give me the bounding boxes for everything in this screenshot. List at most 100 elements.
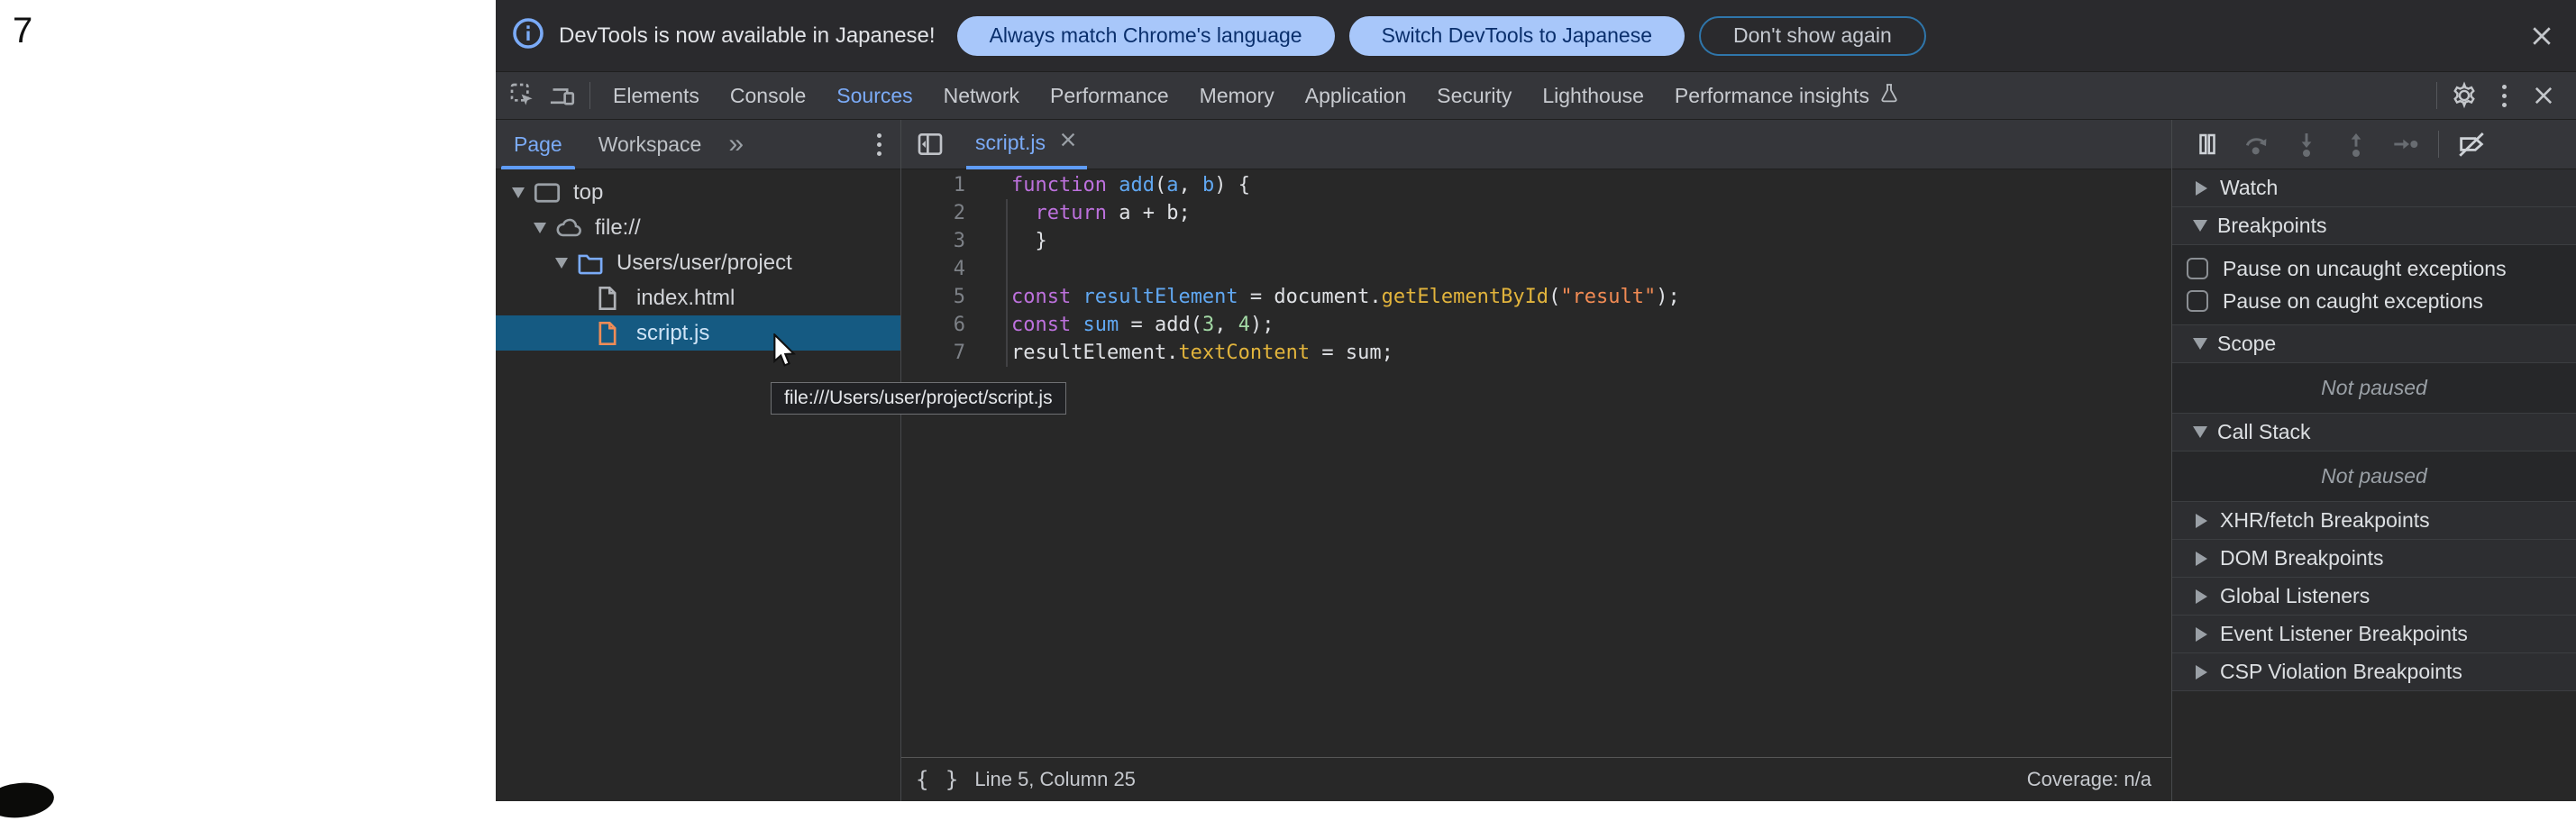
- tree-item-file[interactable]: file://: [496, 210, 900, 245]
- navigator-tabs: PageWorkspace: [496, 120, 719, 169]
- tab-security[interactable]: Security: [1421, 72, 1527, 120]
- deactivate-breakpoints-icon[interactable]: [2454, 127, 2489, 161]
- language-infobar: DevTools is now available in Japanese! A…: [496, 0, 2576, 72]
- section-header-xhr-fetch-breakpoints[interactable]: XHR/fetch Breakpoints: [2172, 502, 2576, 540]
- switch-devtools-to-japanese-button[interactable]: Switch DevTools to Japanese: [1349, 16, 1685, 56]
- always-match-chrome-s-language-button[interactable]: Always match Chrome's language: [957, 16, 1335, 56]
- chevron-down-icon: [2193, 220, 2207, 232]
- code-editor[interactable]: 1function add(a, b) {2 return a + b;3 }4…: [901, 169, 2171, 757]
- tab-network[interactable]: Network: [928, 72, 1035, 120]
- settings-gear-icon[interactable]: [2444, 76, 2484, 115]
- section-title: DOM Breakpoints: [2220, 546, 2384, 570]
- section-header-dom-breakpoints[interactable]: DOM Breakpoints: [2172, 540, 2576, 578]
- tree-item-label: script.js: [636, 321, 709, 346]
- divider: [589, 82, 590, 109]
- tree-item-users-user-project[interactable]: Users/user/project: [496, 245, 900, 280]
- debugger-sections: Watch Breakpoints Pause on uncaught except…: [2172, 169, 2576, 691]
- more-tabs-chevron-icon[interactable]: »: [719, 129, 751, 160]
- inspect-element-icon[interactable]: [503, 76, 543, 115]
- code-line: 2 return a + b;: [901, 199, 2171, 227]
- checkbox-label: Pause on caught exceptions: [2223, 289, 2483, 314]
- checkbox[interactable]: [2187, 258, 2208, 279]
- tab-memory[interactable]: Memory: [1184, 72, 1290, 120]
- section-title: Call Stack: [2217, 420, 2311, 444]
- checkbox[interactable]: [2187, 290, 2208, 312]
- chevron-right-icon: [2196, 181, 2207, 196]
- step-icon[interactable]: [2389, 127, 2423, 161]
- tab-close-icon[interactable]: [1058, 130, 1078, 155]
- tab-performance-insights[interactable]: Performance insights: [1659, 72, 1915, 120]
- tab-label: Memory: [1200, 84, 1274, 108]
- step-out-icon[interactable]: [2339, 127, 2373, 161]
- code-line: 7resultElement.textContent = sum;: [901, 339, 2171, 367]
- divider: [2436, 82, 2437, 109]
- checkbox-row-pause-on-caught-exceptions[interactable]: Pause on caught exceptions: [2172, 285, 2576, 317]
- expand-arrow-icon[interactable]: [555, 258, 568, 269]
- section-header-event-listener-breakpoints[interactable]: Event Listener Breakpoints: [2172, 616, 2576, 653]
- section-message-call-stack: Not paused: [2172, 452, 2576, 502]
- folder-icon: [577, 251, 607, 276]
- expand-arrow-icon[interactable]: [512, 187, 525, 198]
- checkbox-row-pause-on-uncaught-exceptions[interactable]: Pause on uncaught exceptions: [2172, 252, 2576, 285]
- cloud-icon: [555, 215, 586, 241]
- tree-item-script-js[interactable]: script.js: [496, 315, 900, 351]
- checkbox-label: Pause on uncaught exceptions: [2223, 257, 2507, 281]
- section-header-scope[interactable]: Scope: [2172, 325, 2576, 363]
- section-title: Watch: [2220, 176, 2278, 200]
- tab-lighthouse[interactable]: Lighthouse: [1527, 72, 1659, 120]
- chevron-right-icon: [2196, 589, 2207, 604]
- line-number: 7: [901, 339, 965, 367]
- devtools-tabbar: ElementsConsoleSources Network Performance…: [496, 72, 2576, 120]
- tree-item-top[interactable]: top: [496, 175, 900, 210]
- chevron-right-icon: [2196, 627, 2207, 642]
- expand-arrow-icon[interactable]: [534, 223, 546, 233]
- tab-performance[interactable]: Performance: [1035, 72, 1184, 120]
- info-icon: [512, 17, 544, 55]
- navigator-menu-icon[interactable]: [859, 124, 899, 164]
- tab-sources[interactable]: Sources: [821, 72, 927, 120]
- section-header-global-listeners[interactable]: Global Listeners: [2172, 578, 2576, 616]
- toggle-navigator-panel-icon[interactable]: [910, 124, 950, 164]
- cursor-position-label: Line 5, Column 25: [974, 768, 1136, 791]
- section-header-csp-violation-breakpoints[interactable]: CSP Violation Breakpoints: [2172, 653, 2576, 691]
- section-header-call-stack[interactable]: Call Stack: [2172, 414, 2576, 452]
- line-number: 4: [901, 255, 965, 283]
- tab-elements[interactable]: Elements: [598, 72, 715, 120]
- pause-script-icon[interactable]: [2190, 127, 2224, 161]
- tab-console[interactable]: Console: [715, 72, 821, 120]
- tab-label: Network: [944, 84, 1019, 108]
- tree-item-label: file://: [595, 215, 641, 241]
- divider: [2438, 131, 2439, 158]
- section-header-breakpoints[interactable]: Breakpoints: [2172, 207, 2576, 245]
- tab-label: Security: [1437, 84, 1512, 108]
- line-number: 5: [901, 283, 965, 311]
- pretty-print-icon[interactable]: { }: [916, 767, 960, 792]
- more-options-icon[interactable]: [2484, 76, 2524, 115]
- devtools-close-icon[interactable]: [2524, 76, 2563, 115]
- frame-icon: [534, 180, 564, 205]
- navigator-tab-workspace[interactable]: Workspace: [580, 120, 720, 169]
- editor-status-bar: { } Line 5, Column 25 Coverage: n/a: [901, 757, 2171, 801]
- step-into-icon[interactable]: [2289, 127, 2324, 161]
- page-number: 7: [13, 11, 32, 51]
- infobar-buttons: Always match Chrome's language Switch Dev…: [957, 16, 1926, 56]
- devtools-window: DevTools is now available in Japanese! A…: [496, 0, 2576, 801]
- section-header-watch[interactable]: Watch: [2172, 169, 2576, 207]
- device-toolbar-icon[interactable]: [543, 76, 582, 115]
- editor-tab-script-js[interactable]: script.js: [966, 120, 1087, 169]
- don-t-show-again-button[interactable]: Don't show again: [1699, 16, 1926, 56]
- debugger-sidebar: Watch Breakpoints Pause on uncaught except…: [2172, 120, 2576, 801]
- infobar-close-icon[interactable]: [2527, 22, 2556, 50]
- tree-item-index-html[interactable]: index.html: [496, 280, 900, 315]
- step-over-icon[interactable]: [2240, 127, 2274, 161]
- code-line: 5const resultElement = document.getEleme…: [901, 283, 2171, 311]
- tree-item-label: Users/user/project: [617, 251, 792, 276]
- tree-item-label: index.html: [636, 286, 735, 311]
- tab-label: Performance: [1050, 84, 1169, 108]
- code-line: 1function add(a, b) {: [901, 171, 2171, 199]
- tab-application[interactable]: Application: [1290, 72, 1422, 120]
- editor-tab-strip: script.js: [901, 120, 2171, 169]
- navigator-tab-strip: PageWorkspace »: [496, 120, 900, 169]
- editor-tab-label: script.js: [975, 131, 1046, 155]
- navigator-tab-page[interactable]: Page: [496, 120, 580, 169]
